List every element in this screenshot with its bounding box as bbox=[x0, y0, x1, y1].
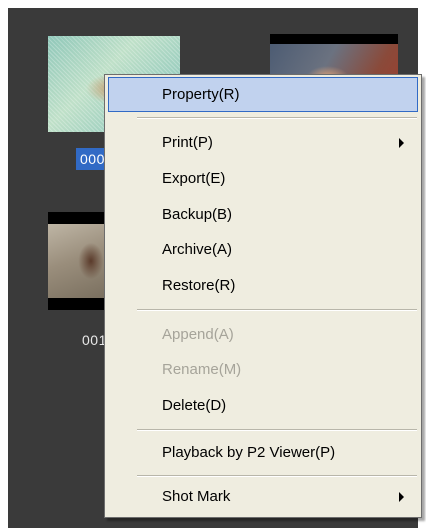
menu-item-append: Append(A) bbox=[162, 326, 234, 343]
menu-item-print[interactable]: Print(P) bbox=[108, 125, 418, 160]
menu-item-playback-p2-viewer[interactable]: Playback by P2 Viewer(P) bbox=[108, 435, 418, 470]
menu-separator bbox=[137, 309, 417, 311]
menu-item-export[interactable]: Export(E) bbox=[108, 161, 418, 196]
menu-item-archive[interactable]: Archive(A) bbox=[108, 232, 418, 267]
menu-item-shot-mark-label: Shot Mark bbox=[162, 488, 231, 505]
menu-item-restore[interactable]: Restore(R) bbox=[108, 268, 418, 303]
menu-separator bbox=[137, 429, 417, 431]
menu-item-backup[interactable]: Backup(B) bbox=[108, 197, 418, 232]
chevron-right-icon bbox=[399, 492, 404, 502]
chevron-right-icon bbox=[399, 138, 404, 148]
menu-item-delete[interactable]: Delete(D) bbox=[108, 388, 418, 423]
context-menu: Property(R) Print(P) Export(E) Backup(B)… bbox=[104, 74, 422, 518]
menu-item-rename: Rename(M) bbox=[162, 361, 242, 378]
menu-item-shot-mark[interactable]: Shot Mark bbox=[108, 479, 418, 514]
menu-separator bbox=[137, 117, 417, 119]
menu-separator bbox=[137, 475, 417, 477]
menu-item-property[interactable]: Property(R) bbox=[108, 77, 418, 112]
menu-item-print-label: Print(P) bbox=[162, 134, 213, 151]
